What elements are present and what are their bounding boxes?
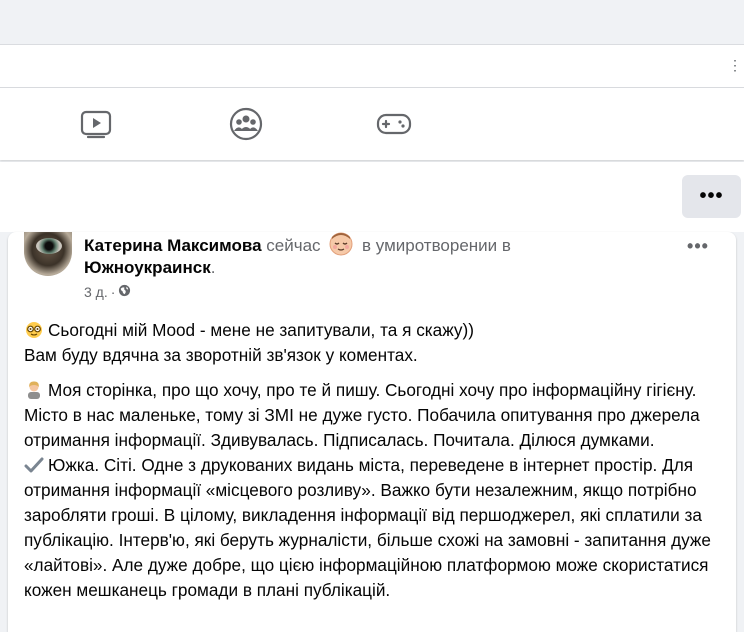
meta-separator: ·	[110, 284, 116, 300]
relieved-face-icon	[327, 232, 355, 256]
check-mark-icon	[24, 456, 44, 474]
post-more-button[interactable]: •••	[678, 236, 718, 260]
profile-more-button[interactable]: •••	[682, 175, 741, 218]
watch-video-icon[interactable]	[78, 106, 114, 142]
location-link[interactable]: Южноукраинск	[84, 258, 211, 277]
paragraph-1-line-2: Вам буду вдячна за зворотній зв'язок у к…	[24, 345, 418, 365]
avatar-eye	[36, 238, 62, 254]
address-bar[interactable]: ⋮	[0, 44, 744, 88]
avatar[interactable]	[24, 232, 72, 276]
post-card: Катерина Максимова сейчас в умиротворени…	[8, 232, 736, 632]
nerd-face-icon	[24, 321, 44, 339]
paragraph-2: Моя сторінка, про що хочу, про те й пишу…	[24, 378, 724, 453]
groups-icon[interactable]	[228, 106, 264, 142]
author-name[interactable]: Катерина Максимова	[84, 236, 262, 255]
location-suffix: .	[210, 258, 216, 277]
post-body: Сьогодні мій Mood - мене не запитували, …	[24, 318, 724, 603]
paragraph-1-text: Сьогодні мій Mood - мене не запитували, …	[48, 320, 474, 340]
paragraph-1-line-1: Сьогодні мій Mood - мене не запитували, …	[24, 318, 724, 343]
paragraph-3: Южка. Сіті. Одне з друкованих видань міс…	[24, 453, 724, 603]
top-navigation	[0, 88, 744, 160]
post-header: Катерина Максимова сейчас в умиротворени…	[84, 232, 674, 279]
browser-top-band	[0, 0, 744, 44]
paragraph-3-text: Южка. Сіті. Одне з друкованих видань міс…	[24, 455, 711, 600]
woman-icon	[24, 381, 44, 399]
paragraph-2-text: Моя сторінка, про що хочу, про те й пишу…	[24, 380, 700, 450]
post-time[interactable]: 3 д.	[84, 284, 108, 300]
profile-action-strip	[0, 162, 744, 232]
status-prefix: сейчас	[266, 236, 321, 255]
globe-icon	[118, 284, 131, 300]
gaming-icon[interactable]	[376, 106, 412, 142]
feeling-text: в умиротворении в	[362, 236, 511, 255]
post-meta: 3 д. ·	[84, 284, 131, 300]
vertical-dots-icon[interactable]: ⋮	[728, 57, 742, 74]
